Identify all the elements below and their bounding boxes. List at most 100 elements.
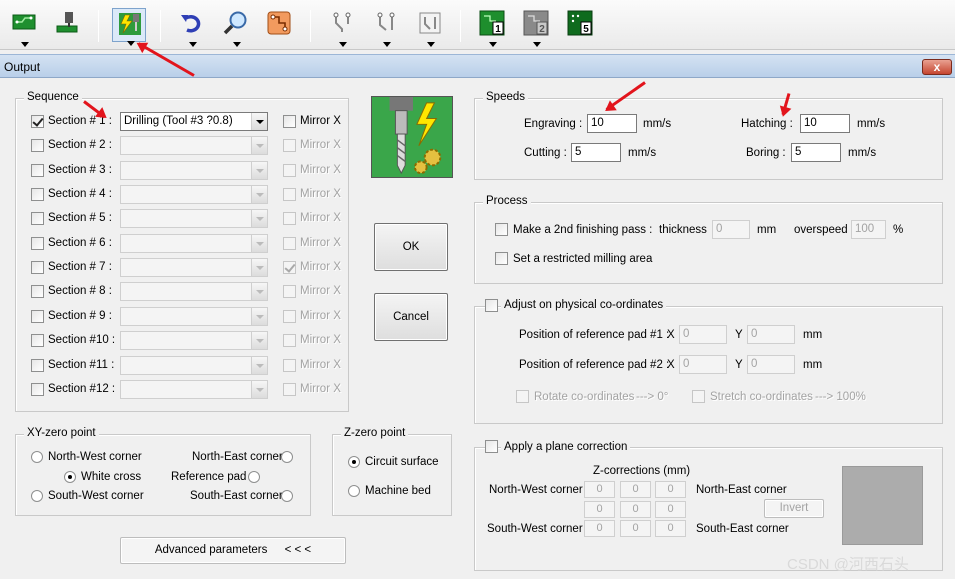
pad1-y-input[interactable]: 0 — [747, 325, 795, 344]
chevron-down-icon[interactable] — [251, 137, 267, 154]
toolbar-trace2-button[interactable] — [369, 8, 403, 47]
chevron-down-icon[interactable] — [251, 210, 267, 227]
boring-input[interactable]: 5 — [791, 143, 841, 162]
section-3-tool-select[interactable] — [120, 161, 268, 180]
toolbar-mill-button[interactable] — [50, 8, 84, 42]
section-10-mirror-checkbox[interactable] — [283, 334, 296, 347]
zcorr-cell-r1c1[interactable]: 0 — [584, 481, 615, 498]
z-machine-radio[interactable] — [348, 485, 360, 497]
pad2-y-input[interactable]: 0 — [747, 355, 795, 374]
invert-button[interactable]: Invert — [764, 499, 824, 518]
ok-button[interactable]: OK — [374, 223, 448, 271]
section-4-tool-select[interactable] — [120, 185, 268, 204]
restricted-area-label: Set a restricted milling area — [513, 253, 653, 265]
section-6-tool-select[interactable] — [120, 234, 268, 253]
pad1-x-input[interactable]: 0 — [679, 325, 727, 344]
toolbar-pcb-button[interactable] — [7, 8, 41, 47]
section-9-checkbox[interactable] — [31, 310, 44, 323]
zcorr-cell-r3c3[interactable]: 0 — [655, 520, 686, 537]
cutting-input[interactable]: 5 — [571, 143, 621, 162]
chevron-down-icon[interactable] — [251, 357, 267, 374]
chevron-down-icon[interactable] — [251, 332, 267, 349]
section-7-checkbox[interactable] — [31, 261, 44, 274]
section-2-checkbox[interactable] — [31, 139, 44, 152]
section-11-tool-select[interactable] — [120, 356, 268, 375]
chevron-down-icon[interactable] — [251, 235, 267, 252]
section-8-tool-select[interactable] — [120, 282, 268, 301]
close-button[interactable]: x — [922, 59, 952, 75]
xy-ne-radio[interactable] — [281, 451, 293, 463]
chevron-down-icon[interactable] — [251, 113, 267, 130]
zcorr-cell-r2c1[interactable]: 0 — [584, 501, 615, 518]
hatching-input[interactable]: 10 — [800, 114, 850, 133]
chevron-down-icon[interactable] — [251, 186, 267, 203]
zcorr-cell-r2c2[interactable]: 0 — [620, 501, 651, 518]
xy-whitecross-radio[interactable] — [64, 471, 76, 483]
chevron-down-icon[interactable] — [251, 259, 267, 276]
chevron-down-icon[interactable] — [251, 308, 267, 325]
toolbar-circuit-button[interactable] — [262, 8, 296, 42]
toolbar-layer5-button[interactable]: 5 — [563, 8, 597, 42]
section-6-checkbox[interactable] — [31, 237, 44, 250]
section-12-tool-select[interactable] — [120, 380, 268, 399]
toolbar-layer1-button[interactable]: 1 — [475, 8, 509, 47]
section-12-checkbox[interactable] — [31, 383, 44, 396]
stretch-checkbox[interactable] — [692, 390, 705, 403]
section-5-tool-select[interactable] — [120, 209, 268, 228]
xy-sw-radio[interactable] — [31, 490, 43, 502]
section-6-mirror-checkbox[interactable] — [283, 237, 296, 250]
section-8-mirror-checkbox[interactable] — [283, 285, 296, 298]
toolbar-undo-button[interactable] — [175, 8, 209, 47]
finishing-pass-checkbox[interactable] — [495, 223, 508, 236]
chevron-down-icon[interactable] — [251, 162, 267, 179]
xy-nw-radio[interactable] — [31, 451, 43, 463]
advanced-parameters-button[interactable]: Advanced parameters < < < — [120, 537, 346, 564]
section-9-tool-select[interactable] — [120, 307, 268, 326]
section-12-mirror-checkbox[interactable] — [283, 383, 296, 396]
section-8-checkbox[interactable] — [31, 285, 44, 298]
pad2-x-input[interactable]: 0 — [679, 355, 727, 374]
xy-se-radio[interactable] — [281, 490, 293, 502]
section-10-checkbox[interactable] — [31, 334, 44, 347]
section-4-checkbox[interactable] — [31, 188, 44, 201]
z-circuit-radio[interactable] — [348, 456, 360, 468]
section-11-mirror-checkbox[interactable] — [283, 359, 296, 372]
zcorr-cell-r2c3[interactable]: 0 — [655, 501, 686, 518]
adjust-coordinates-checkbox[interactable] — [485, 299, 498, 312]
section-11-checkbox[interactable] — [31, 359, 44, 372]
section-2-mirror-checkbox[interactable] — [283, 139, 296, 152]
plane-correction-checkbox[interactable] — [485, 440, 498, 453]
zcorr-cell-r1c3[interactable]: 0 — [655, 481, 686, 498]
chevron-down-icon[interactable] — [251, 381, 267, 398]
section-4-mirror-checkbox[interactable] — [283, 188, 296, 201]
toolbar-output-button[interactable] — [112, 8, 146, 46]
section-5-checkbox[interactable] — [31, 212, 44, 225]
chevron-down-icon[interactable] — [251, 283, 267, 300]
restricted-area-checkbox[interactable] — [495, 252, 508, 265]
section-3-mirror-checkbox[interactable] — [283, 164, 296, 177]
section-1-tool-select[interactable]: Drilling (Tool #3 ?0.8) — [120, 112, 268, 131]
rotate-checkbox[interactable] — [516, 390, 529, 403]
zcorr-cell-r3c1[interactable]: 0 — [584, 520, 615, 537]
toolbar-trace3-button[interactable] — [413, 8, 447, 47]
cancel-button[interactable]: Cancel — [374, 293, 448, 341]
section-1-checkbox[interactable] — [31, 115, 44, 128]
section-7-tool-select[interactable] — [120, 258, 268, 277]
toolbar-trace1-button[interactable] — [325, 8, 359, 47]
section-2-tool-select[interactable] — [120, 136, 268, 155]
section-9-mirror-checkbox[interactable] — [283, 310, 296, 323]
zcorr-cell-r1c2[interactable]: 0 — [620, 481, 651, 498]
section-5-mirror-checkbox[interactable] — [283, 212, 296, 225]
toolbar-zoom-button[interactable] — [219, 8, 253, 47]
section-1-mirror-checkbox[interactable] — [283, 115, 296, 128]
section-7-mirror-checkbox[interactable] — [283, 261, 296, 274]
zcorr-cell-r3c2[interactable]: 0 — [620, 520, 651, 537]
overspeed-input[interactable]: 100 — [851, 220, 886, 239]
toolbar-layer2-button[interactable]: 2 — [519, 8, 553, 47]
section-3-checkbox[interactable] — [31, 164, 44, 177]
xy-refpad-radio[interactable] — [248, 471, 260, 483]
thickness-input[interactable]: 0 — [712, 220, 750, 239]
section-10-tool-select[interactable] — [120, 331, 268, 350]
xy-sw-label: South-West corner — [48, 490, 144, 502]
engraving-input[interactable]: 10 — [587, 114, 637, 133]
